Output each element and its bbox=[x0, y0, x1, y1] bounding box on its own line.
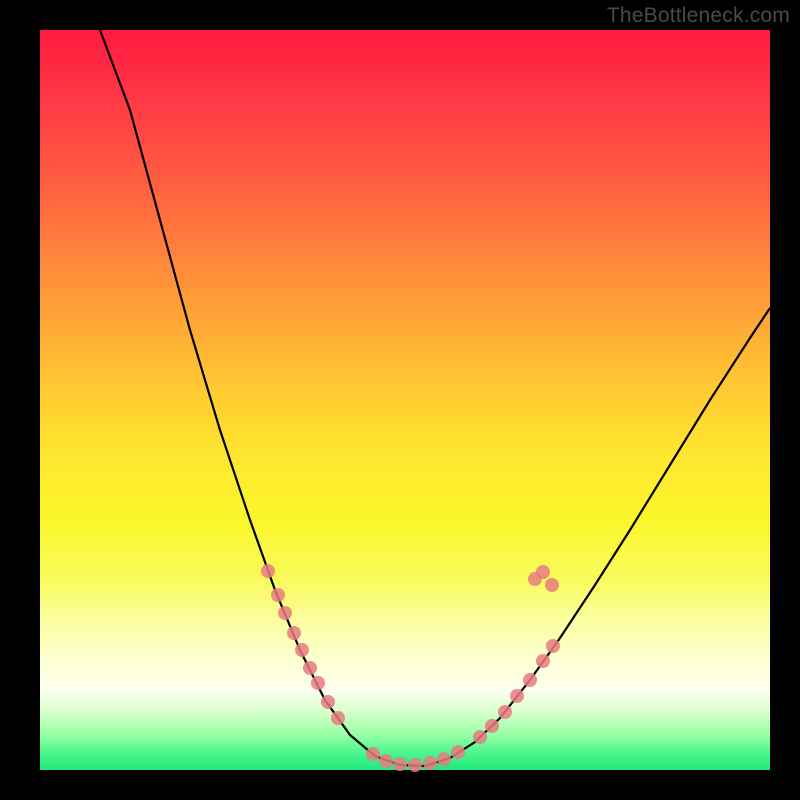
data-point bbox=[473, 730, 487, 744]
data-point bbox=[366, 747, 380, 761]
watermark-text: TheBottleneck.com bbox=[607, 4, 790, 28]
bottleneck-curve bbox=[100, 30, 770, 766]
data-point bbox=[311, 676, 325, 690]
data-point bbox=[271, 588, 285, 602]
data-point bbox=[303, 661, 317, 675]
data-point bbox=[523, 673, 537, 687]
data-point bbox=[546, 639, 560, 653]
data-point bbox=[261, 564, 275, 578]
data-point bbox=[287, 626, 301, 640]
chart-svg bbox=[40, 30, 770, 770]
data-point bbox=[510, 689, 524, 703]
data-point bbox=[536, 654, 550, 668]
scatter-valley-cluster bbox=[366, 745, 465, 772]
data-point bbox=[278, 606, 292, 620]
outer-frame: TheBottleneck.com bbox=[0, 0, 800, 800]
data-point bbox=[379, 754, 393, 768]
data-point bbox=[295, 643, 309, 657]
data-point bbox=[437, 752, 451, 766]
data-point bbox=[321, 695, 335, 709]
data-point bbox=[498, 705, 512, 719]
data-point bbox=[536, 565, 550, 579]
data-point bbox=[393, 757, 407, 771]
data-point bbox=[545, 578, 559, 592]
data-point bbox=[485, 719, 499, 733]
data-point bbox=[408, 758, 422, 772]
data-point bbox=[451, 745, 465, 759]
plot-area bbox=[40, 30, 770, 770]
data-point bbox=[423, 756, 437, 770]
data-point bbox=[331, 711, 345, 725]
